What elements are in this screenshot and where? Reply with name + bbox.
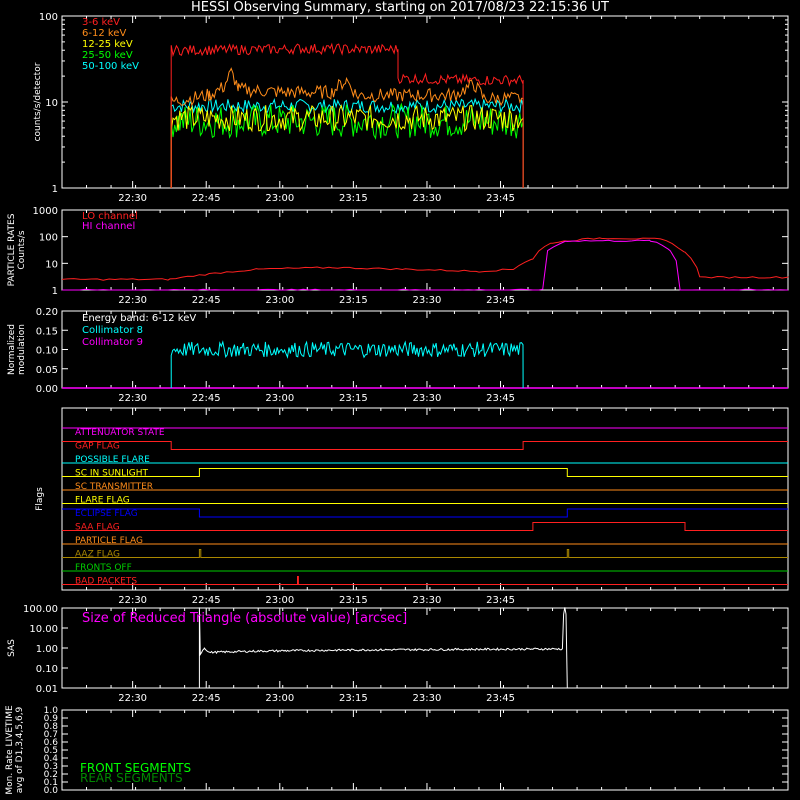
y-tick-label: 0.20 <box>36 307 58 318</box>
y-axis-label: Normalized <box>7 324 17 375</box>
flag-label: AAZ FLAG <box>75 550 120 560</box>
panel-particle: 22:30 22:45 23:00 23:15 23:30 23:45 1 10 100 1000… <box>7 206 789 306</box>
y-tick-label: 10 <box>45 259 58 270</box>
legend-entry: 25-50 keV <box>82 50 133 61</box>
panel-livetime: 0.00.10.20.30.40.50.60.70.80.91.0Mon. Ra… <box>5 705 789 796</box>
y-tick-label: 1 <box>52 286 58 297</box>
y-tick-label: 1.0 <box>44 706 59 716</box>
x-tick-label: 23:45 <box>486 295 515 306</box>
flag-label: FLARE FLAG <box>75 496 130 506</box>
flag-label: SAA FLAG <box>75 523 120 533</box>
flag-line-aaz-flag <box>62 549 788 558</box>
y-axis-label: Counts/s <box>17 230 27 269</box>
flag-line-gap-flag <box>62 441 788 450</box>
x-tick-label: 23:45 <box>486 693 515 704</box>
flag-line-eclipse-flag <box>62 508 788 518</box>
y-tick-label: 0.15 <box>36 326 58 337</box>
legend-entry: HI channel <box>82 221 135 232</box>
legend-entry: REAR SEGMENTS <box>80 771 183 785</box>
x-tick-label: 22:45 <box>192 193 221 204</box>
x-tick-label: 22:45 <box>192 595 221 606</box>
y-tick-label: 10.00 <box>29 624 58 635</box>
flag-label: ATTENUATOR STATE <box>75 428 165 438</box>
y-tick-label: 1000 <box>33 206 58 217</box>
legend-entry: 6-12 keV <box>82 28 126 39</box>
energy-band-label: Energy band: 6-12 keV <box>82 313 196 324</box>
flag-label: FRONTS OFF <box>75 563 132 573</box>
legend-entry: Collimator 9 <box>82 337 143 348</box>
x-tick-label: 22:30 <box>118 693 147 704</box>
x-tick-label: 22:30 <box>118 193 147 204</box>
flag-line-sc-in-sunlight <box>62 468 788 477</box>
flag-line-saa-flag <box>62 522 788 531</box>
x-tick-label: 23:30 <box>413 693 442 704</box>
panel-counts: 22:30 22:45 23:00 23:15 23:30 23:45 1 10 100 coun… <box>33 12 789 204</box>
y-tick-label: 0.10 <box>36 664 58 675</box>
x-tick-label: 22:30 <box>118 393 147 404</box>
x-tick-label: 22:45 <box>192 693 221 704</box>
y-axis-label: avg of D1,3,4,5,6,9 <box>15 706 25 793</box>
y-tick-label: 1.00 <box>36 644 58 655</box>
panel-particle-frame <box>61 209 789 291</box>
y-axis-label: Flags <box>35 487 45 511</box>
x-tick-label: 23:45 <box>486 393 515 404</box>
y-tick-label: 10 <box>45 98 58 109</box>
x-tick-label: 22:45 <box>192 393 221 404</box>
flag-line-bad-packets <box>62 576 788 585</box>
y-tick-label: 100 <box>39 233 58 244</box>
flag-label: SC IN SUNLIGHT <box>75 469 149 479</box>
x-tick-label: 22:45 <box>192 295 221 306</box>
x-tick-label: 23:00 <box>265 595 294 606</box>
x-tick-label: 23:15 <box>339 393 368 404</box>
flag-label: PARTICLE FLAG <box>75 536 143 546</box>
x-tick-label: 22:30 <box>118 295 147 306</box>
y-tick-label: 0.10 <box>36 346 58 357</box>
flag-label: GAP FLAG <box>75 442 120 452</box>
series-line-collimator-8 <box>170 340 524 389</box>
panel-flags: 22:30 22:45 23:00 23:15 23:30 23:45 Flags ATTEN… <box>35 407 789 606</box>
x-tick-label: 23:00 <box>265 393 294 404</box>
flag-label: SC TRANSMITTER <box>75 482 153 492</box>
y-tick-label: 0.00 <box>36 384 58 395</box>
series-line-hi-channel <box>62 239 788 291</box>
x-tick-label: 23:15 <box>339 693 368 704</box>
x-tick-label: 23:00 <box>265 193 294 204</box>
x-tick-label: 23:30 <box>413 393 442 404</box>
x-tick-label: 23:30 <box>413 295 442 306</box>
y-tick-label: 0.01 <box>36 684 58 695</box>
x-tick-label: 23:00 <box>265 295 294 306</box>
x-tick-label: 23:15 <box>339 595 368 606</box>
y-axis-label: Mon. Rate LIVETIME <box>5 705 15 795</box>
x-tick-label: 23:30 <box>413 595 442 606</box>
panel-flags-frame <box>61 407 789 591</box>
y-tick-label: 0.05 <box>36 365 58 376</box>
legend-entry: 12-25 keV <box>82 39 133 50</box>
x-tick-label: 23:30 <box>413 193 442 204</box>
x-tick-label: 23:15 <box>339 295 368 306</box>
series-line-50-100-kev <box>170 97 524 188</box>
y-axis-label: SAS <box>7 639 17 657</box>
x-tick-label: 22:30 <box>118 595 147 606</box>
x-tick-label: 23:15 <box>339 193 368 204</box>
y-tick-label: 100 <box>39 12 58 23</box>
flag-label: POSSIBLE FLARE <box>75 455 150 465</box>
y-tick-label: 1 <box>52 184 58 195</box>
x-tick-label: 23:45 <box>486 595 515 606</box>
legend-entry: 3-6 keV <box>82 17 120 28</box>
flag-label: BAD PACKETS <box>75 577 137 587</box>
y-axis-label: modulation <box>17 324 27 375</box>
flag-label: ECLIPSE FLAG <box>75 509 138 519</box>
y-axis-label: PARTICLE RATES <box>7 213 17 286</box>
sas-annotation: Size of Reduced Triangle (absolute value… <box>82 611 407 626</box>
series-line-lo-channel <box>61 237 789 281</box>
legend-entry: 50-100 keV <box>82 61 139 72</box>
legend-entry: Collimator 8 <box>82 325 143 336</box>
panel-modulation: 22:30 22:45 23:00 23:15 23:30 23:45 0.00 0.05 0.… <box>7 307 789 404</box>
y-tick-label: 100.00 <box>23 604 58 615</box>
panel-sas: 22:30 22:45 23:00 23:15 23:30 23:45 0.01 0.10 1.… <box>7 604 789 704</box>
y-axis-label: counts/s/detector <box>33 62 43 141</box>
x-tick-label: 23:45 <box>486 193 515 204</box>
hessi-summary-chart: 22:30 22:45 23:00 23:15 23:30 23:45 1 10 100 coun… <box>5 12 789 796</box>
x-tick-label: 23:00 <box>265 693 294 704</box>
